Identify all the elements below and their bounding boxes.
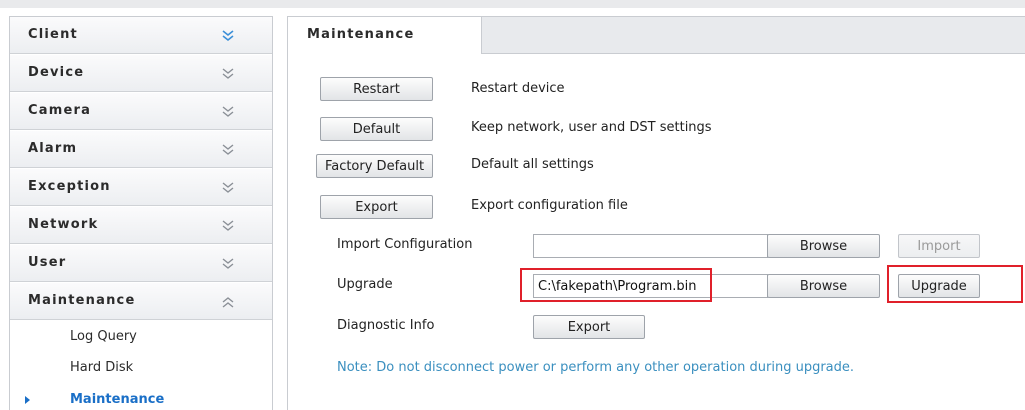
chevron-double-down-icon (222, 30, 234, 42)
sidebar-item-label: Client (28, 27, 78, 42)
upgrade-button[interactable]: Upgrade (898, 274, 980, 298)
import-configuration-label: Import Configuration (337, 237, 473, 252)
sidebar-item-user[interactable]: User (10, 245, 272, 282)
upgrade-label: Upgrade (337, 277, 393, 292)
sidebar-subitem-hard-disk[interactable]: Hard Disk (10, 356, 272, 382)
sidebar-item-alarm[interactable]: Alarm (10, 131, 272, 168)
upgrade-warning-note: Note: Do not disconnect power or perform… (337, 360, 855, 375)
upgrade-file-field[interactable] (533, 274, 768, 298)
diagnostic-info-label: Diagnostic Info (337, 318, 435, 333)
restart-description: Restart device (471, 81, 565, 96)
sidebar-subitem-label: Hard Disk (70, 360, 134, 375)
sidebar-item-camera[interactable]: Camera (10, 93, 272, 130)
diagnostic-export-button[interactable]: Export (533, 315, 645, 339)
sidebar-subitem-log-query[interactable]: Log Query (10, 325, 272, 351)
sidebar-item-device[interactable]: Device (10, 55, 272, 92)
sidebar-item-label: Alarm (28, 141, 78, 156)
default-description: Keep network, user and DST settings (471, 120, 712, 135)
tab-bar: Maintenance (288, 17, 1025, 54)
import-file-field[interactable] (533, 234, 768, 258)
sidebar-item-label: Network (28, 217, 99, 232)
chevron-double-down-icon (222, 182, 234, 193)
sidebar: Client Device Camera Alarm Exception Net… (9, 16, 273, 410)
chevron-double-down-icon (222, 258, 234, 269)
sidebar-item-label: Camera (28, 103, 92, 118)
export-config-button[interactable]: Export (320, 195, 433, 219)
tab-label: Maintenance (307, 27, 415, 42)
main-panel: Maintenance Restart Restart device Defau… (287, 16, 1025, 410)
upgrade-browse-button[interactable]: Browse (767, 274, 880, 298)
chevron-double-down-icon (222, 106, 234, 117)
sidebar-item-label: Device (28, 65, 85, 80)
sidebar-item-label: Exception (28, 179, 111, 194)
factory-default-description: Default all settings (471, 157, 594, 172)
chevron-double-down-icon (222, 68, 234, 79)
sidebar-item-label: Maintenance (28, 293, 136, 308)
tab-maintenance[interactable]: Maintenance (288, 17, 482, 54)
default-button[interactable]: Default (320, 117, 433, 141)
restart-button[interactable]: Restart (320, 77, 433, 101)
sidebar-subitem-label: Maintenance (70, 392, 165, 407)
sidebar-item-maintenance[interactable]: Maintenance (10, 283, 272, 320)
import-button[interactable]: Import (898, 234, 980, 258)
sidebar-item-network[interactable]: Network (10, 207, 272, 244)
chevron-double-down-icon (222, 220, 234, 231)
caret-right-icon (25, 396, 30, 404)
sidebar-subitem-maintenance[interactable]: Maintenance (10, 388, 272, 410)
sidebar-item-client[interactable]: Client (10, 17, 272, 54)
top-strip (0, 0, 1025, 8)
factory-default-button[interactable]: Factory Default (316, 154, 433, 178)
chevron-double-down-icon (222, 144, 234, 155)
import-browse-button[interactable]: Browse (767, 234, 880, 258)
sidebar-subitem-label: Log Query (70, 329, 137, 344)
sidebar-item-label: User (28, 255, 67, 270)
sidebar-item-exception[interactable]: Exception (10, 169, 272, 206)
export-config-description: Export configuration file (471, 198, 628, 213)
chevron-double-up-icon (222, 297, 234, 308)
